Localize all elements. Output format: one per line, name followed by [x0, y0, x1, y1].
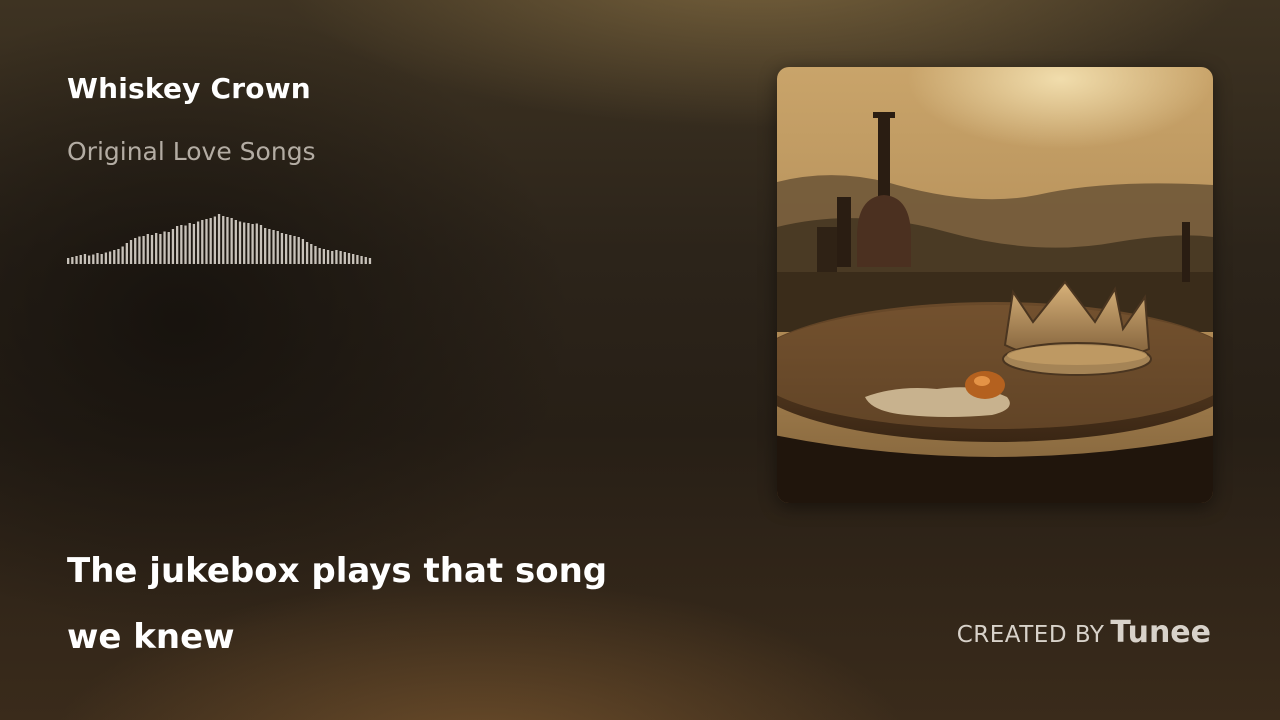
waveform-bar	[184, 225, 187, 264]
waveform-bar	[155, 233, 158, 264]
waveform-bar	[213, 216, 217, 264]
waveform-bar	[226, 217, 229, 264]
waveform-bar	[243, 222, 246, 264]
waveform-bar	[142, 236, 145, 264]
brand-logo-text: Tunee	[1110, 615, 1211, 650]
album-cover-image	[777, 67, 1213, 503]
waveform-bar	[272, 230, 275, 264]
waveform-bar	[163, 231, 166, 264]
waveform-bar	[129, 240, 133, 264]
waveform-bar	[268, 229, 271, 264]
credit-prefix: CREATED BY	[956, 622, 1105, 648]
waveform-bar	[222, 216, 225, 264]
waveform-bar	[134, 238, 137, 264]
waveform-bar	[238, 221, 242, 264]
waveform-bar	[276, 231, 279, 264]
lyric-line-2: we knew	[67, 617, 235, 657]
waveform-bar	[171, 229, 175, 264]
waveform-bar	[264, 228, 267, 264]
waveform-bar	[146, 234, 149, 264]
waveform-bar	[192, 224, 196, 264]
waveform-bar	[284, 234, 288, 264]
waveform-bar	[255, 223, 258, 264]
waveform-bar	[79, 255, 82, 264]
waveform-bar	[356, 255, 359, 264]
waveform-bar	[167, 232, 170, 264]
song-title: Whiskey Crown	[67, 72, 311, 105]
waveform-bar	[289, 235, 292, 264]
waveform-bar	[83, 254, 87, 264]
song-subtitle: Original Love Songs	[67, 137, 316, 166]
waveform-bar	[138, 236, 141, 264]
waveform-bar	[205, 219, 208, 264]
waveform-bar	[117, 249, 120, 264]
waveform-bar	[188, 223, 191, 264]
waveform-bar	[314, 246, 317, 264]
album-cover-icon	[777, 67, 1213, 503]
waveform-bar	[360, 256, 363, 264]
waveform-bar	[87, 255, 91, 264]
waveform-bar	[352, 254, 355, 264]
waveform-bar	[293, 236, 296, 264]
waveform-bar	[100, 254, 103, 264]
waveform-bar	[251, 224, 254, 264]
waveform-bar	[347, 253, 351, 264]
waveform-bar	[217, 214, 221, 264]
lyrics-display: The jukebox plays that song we knew	[67, 538, 607, 670]
waveform-bar	[364, 257, 367, 264]
waveform-bar	[201, 220, 204, 264]
waveform-bar	[71, 257, 74, 264]
waveform-bar	[92, 254, 95, 264]
waveform-bar	[209, 218, 212, 264]
waveform-bar	[104, 252, 108, 264]
waveform-bar	[234, 220, 237, 264]
waveform-bar	[175, 226, 179, 264]
waveform-bar	[259, 225, 263, 264]
waveform-bar	[125, 243, 128, 264]
waveform-bar	[335, 250, 338, 264]
waveform-bar	[368, 258, 372, 264]
waveform-bar	[121, 246, 124, 264]
waveform-bar	[196, 221, 200, 264]
waveform-bar	[331, 251, 334, 264]
waveform-bar	[96, 253, 99, 264]
waveform-bar	[339, 251, 342, 264]
waveform-bar	[247, 223, 250, 264]
waveform-bar	[322, 249, 326, 264]
waveform-bar	[180, 225, 183, 264]
waveform-bar	[280, 233, 284, 264]
waveform-bar	[305, 242, 309, 264]
audio-waveform	[67, 214, 372, 264]
waveform-bar	[297, 237, 300, 264]
waveform-bar	[159, 234, 162, 264]
waveform-bar	[343, 252, 346, 264]
waveform-bar	[150, 235, 154, 264]
waveform-bar	[326, 250, 330, 264]
waveform-bar	[301, 239, 305, 264]
waveform-bar	[310, 244, 313, 264]
waveform-bar	[113, 250, 116, 264]
waveform-bar	[108, 251, 112, 264]
waveform-bar	[318, 248, 321, 264]
waveform-bar	[67, 258, 70, 264]
waveform-bar	[230, 218, 233, 264]
lyric-line-1: The jukebox plays that song	[67, 551, 608, 591]
created-by-credit: CREATED BY Tunee	[957, 615, 1211, 650]
waveform-bar	[75, 256, 78, 264]
